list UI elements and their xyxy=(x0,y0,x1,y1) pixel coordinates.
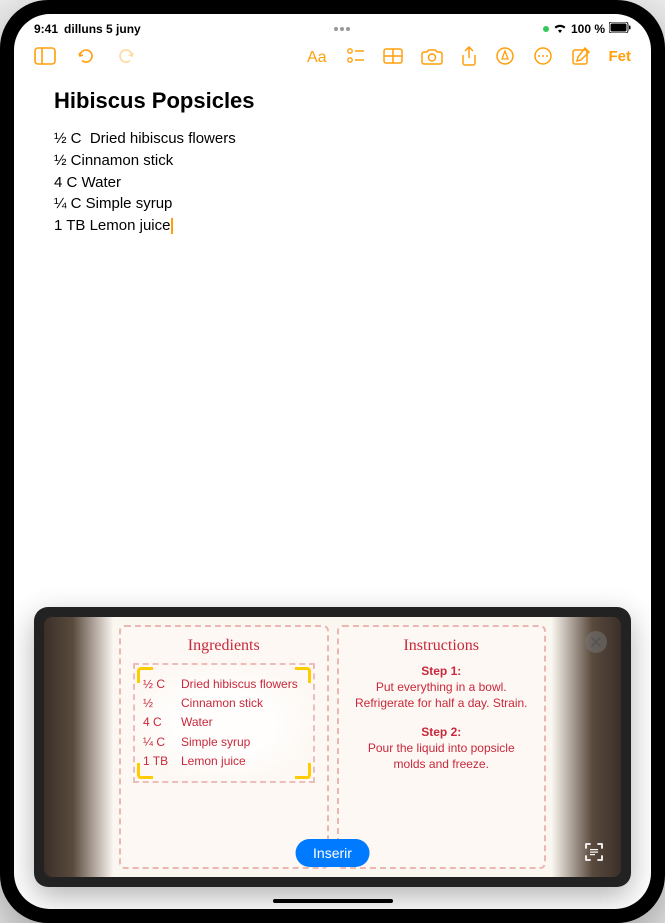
undo-icon[interactable] xyxy=(76,46,96,66)
table-row: 1 TBLemon juice xyxy=(143,752,305,771)
table-icon[interactable] xyxy=(383,48,403,64)
text-format-icon[interactable]: Aa xyxy=(307,47,329,65)
camera-viewport: Ingredients ½ CDried hibiscus flowers ½C… xyxy=(44,617,621,877)
table-row: ½Cinnamon stick xyxy=(143,694,305,713)
status-date: dilluns 5 juny xyxy=(64,22,141,36)
compose-icon[interactable] xyxy=(571,46,591,66)
note-body[interactable]: ½ C Dried hibiscus flowers ½ Cinnamon st… xyxy=(54,128,611,237)
camera-icon[interactable] xyxy=(421,47,443,65)
status-time: 9:41 xyxy=(34,22,58,36)
battery-icon xyxy=(609,22,631,36)
redo-icon xyxy=(116,46,136,66)
ingredients-selection[interactable]: ½ CDried hibiscus flowers ½Cinnamon stic… xyxy=(133,663,315,783)
status-battery-text: 100 % xyxy=(571,22,605,36)
more-icon[interactable] xyxy=(533,46,553,66)
note-line[interactable]: ¼ C Simple syrup xyxy=(54,193,611,215)
live-text-scan-panel: Ingredients ½ CDried hibiscus flowers ½C… xyxy=(34,607,631,887)
scanned-recipe-card: Ingredients ½ CDried hibiscus flowers ½C… xyxy=(119,625,546,869)
share-icon[interactable] xyxy=(461,46,477,66)
note-title[interactable]: Hibiscus Popsicles xyxy=(54,88,611,114)
camera-active-indicator-icon xyxy=(543,26,549,32)
done-button[interactable]: Fet xyxy=(609,48,632,65)
note-line[interactable]: ½ Cinnamon stick xyxy=(54,150,611,172)
svg-text:Aa: Aa xyxy=(307,49,327,65)
checklist-icon[interactable] xyxy=(347,47,365,65)
table-row: ½ CDried hibiscus flowers xyxy=(143,675,305,694)
home-indicator[interactable] xyxy=(273,899,393,903)
instruction-step: Step 2: Pour the liquid into popsicle mo… xyxy=(351,724,533,773)
note-line[interactable]: ½ C Dried hibiscus flowers xyxy=(54,128,611,150)
table-row: ¼ CSimple syrup xyxy=(143,733,305,752)
wifi-icon xyxy=(553,22,567,36)
sidebar-icon[interactable] xyxy=(34,47,56,65)
scan-mode-button[interactable] xyxy=(581,839,607,865)
table-row: 4 CWater xyxy=(143,713,305,732)
close-button[interactable] xyxy=(585,631,607,653)
text-cursor xyxy=(171,218,173,234)
instructions-header: Instructions xyxy=(351,637,533,655)
status-bar: 9:41 dilluns 5 juny 100 % xyxy=(14,14,651,40)
note-line[interactable]: 1 TB Lemon juice xyxy=(54,215,611,237)
multitask-dots-icon[interactable] xyxy=(328,25,356,33)
insert-button[interactable]: Inserir xyxy=(295,839,370,867)
note-line[interactable]: 4 C Water xyxy=(54,172,611,194)
ingredients-header: Ingredients xyxy=(133,637,315,655)
markup-icon[interactable] xyxy=(495,46,515,66)
toolbar: Aa xyxy=(14,40,651,76)
instruction-step: Step 1: Put everything in a bowl. Refrig… xyxy=(351,663,533,712)
